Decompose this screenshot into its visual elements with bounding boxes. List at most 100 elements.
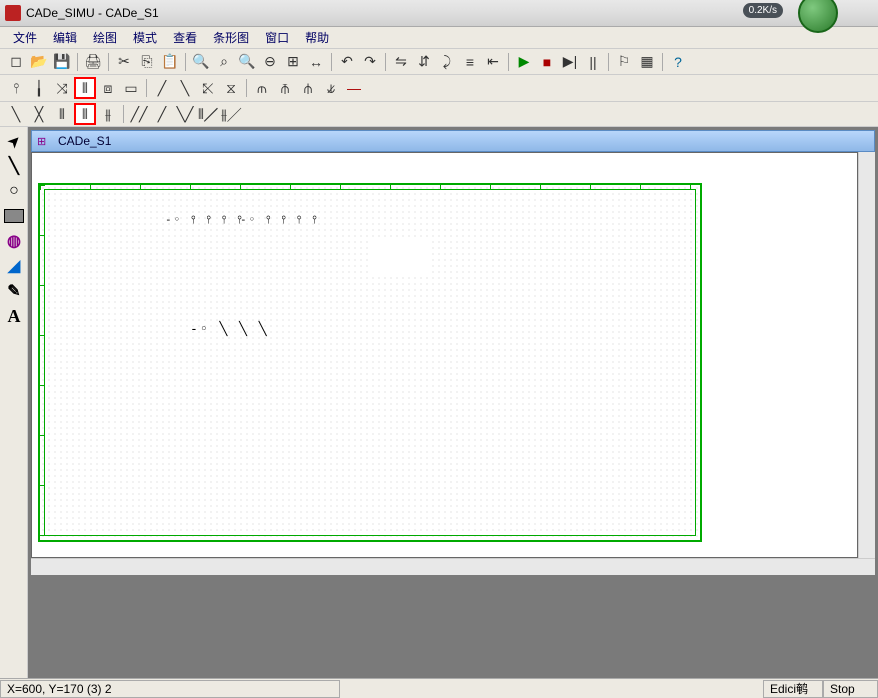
aux5-icon[interactable]: ⫵╱ xyxy=(220,103,242,125)
menu-item-1[interactable]: 编辑 xyxy=(45,27,85,48)
aux1-icon[interactable]: ╱╱ xyxy=(128,103,150,125)
breaker-icon[interactable]: ⧈ xyxy=(97,77,119,99)
menu-item-6[interactable]: 窗口 xyxy=(257,27,297,48)
canvas[interactable]: -◦ ⫯ ⫯ ⫯ ⫯ -◦ ⫯ ⫯ ⫯ ⫯ -◦ ╲ ╲ ╲ xyxy=(31,152,858,558)
open-icon[interactable]: 📂 xyxy=(28,51,50,73)
toolbar-main: ◻📂💾🖨✂⎘📋🔍⌕🔍⊖⊞↔↶↷⇋⇵⤸≡⇤▶■▶|||⚐▦? xyxy=(0,49,878,75)
help-icon[interactable]: ? xyxy=(667,51,689,73)
menu-item-4[interactable]: 查看 xyxy=(165,27,205,48)
flip-icon[interactable]: ⤸ xyxy=(436,51,458,73)
play-icon[interactable]: ▶ xyxy=(513,51,535,73)
contact4-icon[interactable]: ⫵ xyxy=(97,103,119,125)
document-titlebar[interactable]: ⊞ CADe_S1 xyxy=(31,130,875,152)
menu-item-2[interactable]: 绘图 xyxy=(85,27,125,48)
align-icon[interactable]: ≡ xyxy=(459,51,481,73)
toolbar-components-2: ╲╳⫴⫴⫵╱╱╱╲╱⫴╱⫵╱ xyxy=(0,102,878,127)
print-icon[interactable]: 🖨 xyxy=(82,51,104,73)
separator xyxy=(146,79,147,97)
contact-3p-icon[interactable]: ⫴ xyxy=(74,77,96,99)
menu-item-7[interactable]: 帮助 xyxy=(297,27,337,48)
aux4-icon[interactable]: ⫴╱ xyxy=(197,103,219,125)
new-icon[interactable]: ◻ xyxy=(5,51,27,73)
titlebar: CADe_SIMU - CADe_S1 0.2K/s xyxy=(0,0,878,27)
zoom-fit-icon[interactable]: ⌕ xyxy=(213,51,235,73)
component-group-1[interactable]: -◦ ⫯ ⫯ ⫯ ⫯ xyxy=(165,213,244,227)
status-coords: X=600, Y=170 (3) 2 xyxy=(0,680,340,698)
speed-indicator: 0.2K/s xyxy=(743,3,783,18)
component-group-2[interactable]: -◦ ⫯ ⫯ ⫯ ⫯ xyxy=(240,213,319,227)
mirror-v-icon[interactable]: ⇵ xyxy=(413,51,435,73)
window-title: CADe_SIMU - CADe_S1 xyxy=(26,6,159,20)
rectangle-icon[interactable] xyxy=(4,209,24,223)
motor-protect-icon[interactable]: ⫚ xyxy=(274,77,296,99)
step-icon[interactable]: ▶| xyxy=(559,51,581,73)
fill-icon[interactable]: ◢ xyxy=(2,254,26,278)
canvas-area: ⊞ CADe_S1 -◦ ⫯ ⫯ ⫯ ⫯ -◦ ⫯ ⫯ ⫯ ⫯ -◦ ╲ ╲ ╲ xyxy=(28,127,878,678)
contact3-hl-icon[interactable]: ⫴ xyxy=(74,103,96,125)
flag-icon[interactable]: ⚐ xyxy=(613,51,635,73)
save-icon[interactable]: 💾 xyxy=(51,51,73,73)
aux2-icon[interactable]: ╱ xyxy=(151,103,173,125)
pause-icon[interactable]: || xyxy=(582,51,604,73)
separator xyxy=(662,53,663,71)
paste-icon[interactable]: 📋 xyxy=(159,51,181,73)
ellipse-icon[interactable]: ○ xyxy=(2,179,26,203)
status-state: Stop xyxy=(823,680,878,698)
separator xyxy=(77,53,78,71)
line-icon[interactable]: — xyxy=(343,77,365,99)
app-icon xyxy=(5,5,21,21)
switch-nc-icon[interactable]: ⤨ xyxy=(51,77,73,99)
statusbar: X=600, Y=170 (3) 2 Edici鹌 Stop xyxy=(0,678,878,698)
overload-icon[interactable]: ⫝̸ xyxy=(320,77,342,99)
no-contact-icon[interactable]: ╱ xyxy=(151,77,173,99)
pan-icon[interactable]: ↔ xyxy=(305,51,327,73)
mirror-h-icon[interactable]: ⇋ xyxy=(390,51,412,73)
menu-item-0[interactable]: 文件 xyxy=(5,27,45,48)
left-toolbar: ➤╲○◍◢✎A xyxy=(0,127,28,678)
scrollbar-horizontal[interactable] xyxy=(31,558,875,575)
overcurrent-icon[interactable]: ⫛ xyxy=(297,77,319,99)
eyedropper-icon[interactable]: ✎ xyxy=(2,279,26,303)
ruler-vertical xyxy=(39,185,45,540)
contact2-icon[interactable]: ╳ xyxy=(28,103,50,125)
fill-ellipse-icon[interactable]: ◍ xyxy=(2,229,26,253)
nc-contact-icon[interactable]: ╲ xyxy=(174,77,196,99)
aux3-icon[interactable]: ╲╱ xyxy=(174,103,196,125)
separator xyxy=(185,53,186,71)
rotate-left-icon[interactable]: ↶ xyxy=(336,51,358,73)
find-icon[interactable]: 🔍 xyxy=(190,51,212,73)
copy-icon[interactable]: ⎘ xyxy=(136,51,158,73)
separator xyxy=(108,53,109,71)
fuse-icon[interactable]: ⫯ xyxy=(5,77,27,99)
status-mode: Edici鹌 xyxy=(763,680,823,698)
thermal-icon[interactable]: ⫙ xyxy=(251,77,273,99)
drawing-frame: -◦ ⫯ ⫯ ⫯ ⫯ -◦ ⫯ ⫯ ⫯ ⫯ -◦ ╲ ╲ ╲ xyxy=(38,183,702,542)
text-icon[interactable]: A xyxy=(2,304,26,328)
separator xyxy=(331,53,332,71)
wire-icon[interactable]: ╲ xyxy=(5,103,27,125)
relay-icon[interactable]: ▭ xyxy=(120,77,142,99)
separator xyxy=(385,53,386,71)
menubar: 文件编辑绘图模式查看条形图窗口帮助 xyxy=(0,27,878,49)
separator xyxy=(608,53,609,71)
nudge-icon[interactable]: ⇤ xyxy=(482,51,504,73)
menu-item-3[interactable]: 模式 xyxy=(125,27,165,48)
separator xyxy=(123,105,124,123)
cut-icon[interactable]: ✂ xyxy=(113,51,135,73)
grid-icon[interactable]: ▦ xyxy=(636,51,658,73)
zoom-window-icon[interactable]: ⊞ xyxy=(282,51,304,73)
scrollbar-vertical[interactable] xyxy=(858,152,875,558)
component-group-3[interactable]: -◦ ╲ ╲ ╲ xyxy=(190,322,269,337)
toolbar-components-1: ⫯╽⤨⫴⧈▭ ╱╲⤪⧖ ⫙⫚⫛⫝̸— xyxy=(0,75,878,102)
menu-item-5[interactable]: 条形图 xyxy=(205,27,257,48)
delayed-icon[interactable]: ⧖ xyxy=(220,77,242,99)
zoom-icon[interactable]: 🔍 xyxy=(236,51,258,73)
zoom-out-icon[interactable]: ⊖ xyxy=(259,51,281,73)
pointer-icon[interactable]: ➤ xyxy=(0,124,31,158)
stop-icon[interactable]: ■ xyxy=(536,51,558,73)
ruler-horizontal xyxy=(40,184,700,190)
changeover-icon[interactable]: ⤪ xyxy=(197,77,219,99)
contact3-icon[interactable]: ⫴ xyxy=(51,103,73,125)
rotate-right-icon[interactable]: ↷ xyxy=(359,51,381,73)
connector-icon[interactable]: ╽ xyxy=(28,77,50,99)
